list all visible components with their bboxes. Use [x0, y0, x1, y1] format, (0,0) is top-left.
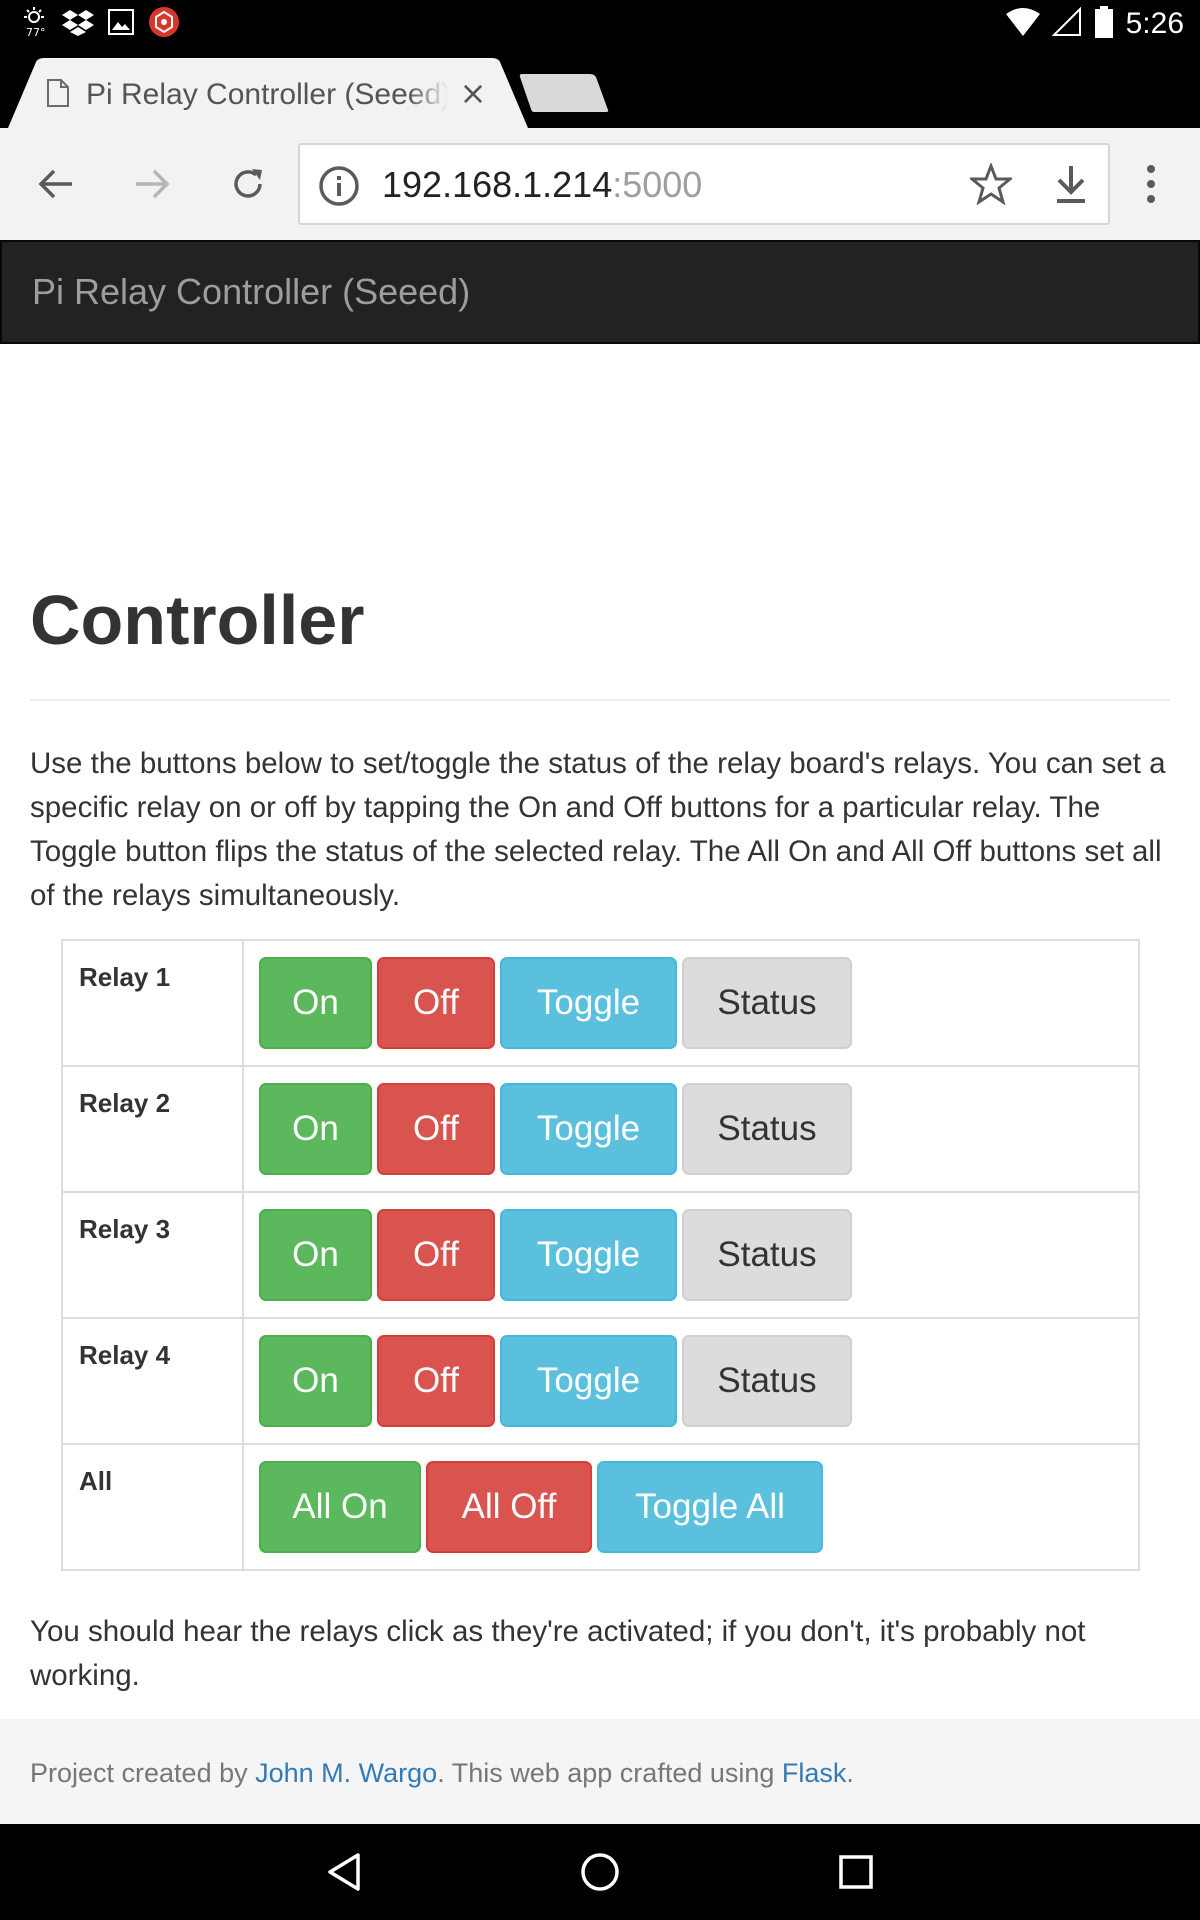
relay-2-on-button[interactable]: On: [259, 1083, 372, 1175]
app-hexagon-icon: [148, 6, 180, 42]
close-icon[interactable]: ×: [456, 76, 490, 110]
forward-button[interactable]: [124, 156, 180, 212]
battery-icon: [1094, 6, 1114, 42]
browser-toolbar: 192.168.1.214:5000: [0, 128, 1200, 240]
star-icon[interactable]: [967, 161, 1015, 209]
title-divider: [30, 699, 1170, 701]
relay-buttons: On Off Toggle Status: [242, 1317, 1140, 1445]
relay-3-off-button[interactable]: Off: [377, 1209, 495, 1301]
system-recents-button[interactable]: [828, 1844, 884, 1900]
system-status-icons: 5:26: [1005, 0, 1184, 48]
menu-icon: [1147, 165, 1155, 203]
relay-row-4: Relay 4 On Off Toggle Status: [61, 1317, 1140, 1445]
weather-icon: 77°: [20, 7, 48, 41]
relay-1-toggle-button[interactable]: Toggle: [500, 957, 677, 1049]
all-off-button[interactable]: All Off: [426, 1461, 592, 1553]
back-triangle-icon: [328, 1853, 360, 1891]
back-icon: [38, 169, 72, 199]
relay-3-status-button[interactable]: Status: [682, 1209, 852, 1301]
signal-icon: [1051, 6, 1082, 41]
relay-buttons: On Off Toggle Status: [242, 1065, 1140, 1193]
footer-prefix: Project created by: [30, 1758, 256, 1788]
intro-paragraph: Use the buttons below to set/toggle the …: [30, 747, 1166, 912]
relay-4-off-button[interactable]: Off: [377, 1335, 495, 1427]
back-button[interactable]: [28, 156, 84, 212]
all-on-button[interactable]: All On: [259, 1461, 421, 1553]
relay-2-status-button[interactable]: Status: [682, 1083, 852, 1175]
author-link[interactable]: John M. Wargo: [255, 1758, 437, 1788]
relay-3-on-button[interactable]: On: [259, 1209, 372, 1301]
menu-button[interactable]: [1126, 158, 1176, 210]
reload-button[interactable]: [220, 156, 276, 212]
relay-2-toggle-button[interactable]: Toggle: [500, 1083, 677, 1175]
system-home-button[interactable]: [572, 1844, 628, 1900]
relay-label: All: [61, 1443, 244, 1571]
site-footer: Project created by John M. Wargo. This w…: [0, 1719, 1200, 1824]
relay-label: Relay 3: [61, 1191, 244, 1319]
address-bar[interactable]: 192.168.1.214:5000: [298, 143, 1110, 225]
relay-1-off-button[interactable]: Off: [377, 957, 495, 1049]
tab-strip: Pi Relay Controller (Seeed) ×: [0, 48, 1200, 128]
footer-suffix: .: [846, 1758, 854, 1788]
gallery-icon: [108, 9, 134, 39]
url-port: :5000: [612, 164, 703, 205]
new-tab-button[interactable]: [518, 72, 610, 118]
system-nav-bar: [0, 1824, 1200, 1920]
relay-4-toggle-button[interactable]: Toggle: [500, 1335, 677, 1427]
svg-text:77°: 77°: [26, 26, 46, 37]
info-icon[interactable]: [318, 165, 360, 211]
tab-active[interactable]: Pi Relay Controller (Seeed) ×: [8, 58, 528, 128]
outro-paragraph: You should hear the relays click as they…: [30, 1615, 1086, 1692]
relay-row-3: Relay 3 On Off Toggle Status: [61, 1191, 1140, 1319]
home-circle-icon: [581, 1853, 619, 1891]
flask-link[interactable]: Flask: [782, 1758, 847, 1788]
tab-title: Pi Relay Controller (Seeed): [86, 78, 448, 111]
relay-3-toggle-button[interactable]: Toggle: [500, 1209, 677, 1301]
status-bar: 77° 5:26: [0, 0, 1200, 48]
relay-row-1: Relay 1 On Off Toggle Status: [61, 939, 1140, 1067]
relay-label: Relay 2: [61, 1065, 244, 1193]
relay-buttons: All On All Off Toggle All: [242, 1443, 1140, 1571]
relay-4-status-button[interactable]: Status: [682, 1335, 852, 1427]
tab-title-fade: [408, 70, 448, 120]
site-navbar: Pi Relay Controller (Seeed): [0, 240, 1200, 344]
forward-icon: [136, 169, 170, 199]
relay-buttons: On Off Toggle Status: [242, 939, 1140, 1067]
notification-icons: 77°: [20, 6, 180, 42]
page-icon: [46, 78, 70, 112]
relay-row-2: Relay 2 On Off Toggle Status: [61, 1065, 1140, 1193]
url-text[interactable]: 192.168.1.214:5000: [382, 163, 702, 207]
relay-row-all: All All On All Off Toggle All: [61, 1443, 1140, 1571]
new-tab-icon: [519, 74, 609, 112]
relay-2-off-button[interactable]: Off: [377, 1083, 495, 1175]
relay-4-on-button[interactable]: On: [259, 1335, 372, 1427]
system-back-button[interactable]: [316, 1844, 372, 1900]
recents-square-icon: [839, 1855, 873, 1889]
relay-buttons: On Off Toggle Status: [242, 1191, 1140, 1319]
page-title: Controller: [30, 581, 365, 659]
relay-table: Relay 1 On Off Toggle Status Relay 2 On Off T…: [61, 939, 1140, 1571]
download-icon[interactable]: [1054, 163, 1088, 209]
relay-1-on-button[interactable]: On: [259, 957, 372, 1049]
relay-label: Relay 1: [61, 939, 244, 1067]
footer-text: Project created by John M. Wargo. This w…: [30, 1755, 854, 1791]
footer-middle: . This web app crafted using: [437, 1758, 782, 1788]
dropbox-icon: [62, 8, 94, 40]
relay-label: Relay 4: [61, 1317, 244, 1445]
relay-1-status-button[interactable]: Status: [682, 957, 852, 1049]
clock: 5:26: [1125, 7, 1184, 40]
navbar-brand[interactable]: Pi Relay Controller (Seeed): [32, 270, 470, 314]
wifi-icon: [1005, 8, 1040, 40]
reload-icon: [234, 169, 262, 198]
toggle-all-button[interactable]: Toggle All: [597, 1461, 823, 1553]
url-host: 192.168.1.214: [382, 164, 613, 205]
